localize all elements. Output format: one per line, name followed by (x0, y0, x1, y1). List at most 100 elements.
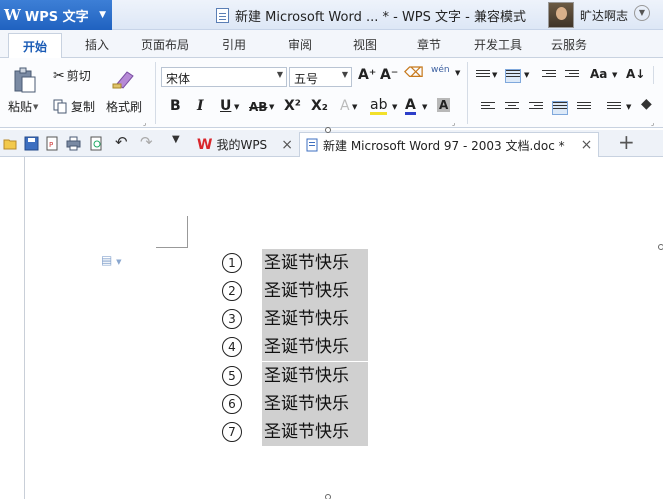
list-item[interactable]: 6 圣诞节快乐 (222, 390, 368, 418)
list-item-text[interactable]: 圣诞节快乐 (262, 362, 368, 390)
ribbon-separator (155, 62, 156, 124)
bullet-list-icon[interactable] (476, 70, 490, 82)
align-center-icon[interactable] (505, 102, 519, 114)
undo-icon[interactable]: ↶ (115, 133, 130, 151)
font-dialog-launcher-icon[interactable]: ⌟ (452, 119, 455, 127)
grow-font-button[interactable]: A⁺ (358, 67, 376, 83)
close-icon[interactable]: × (281, 137, 293, 153)
tab-chapter[interactable]: 章节 (417, 36, 441, 53)
title-bar: W WPS 文字 ▼ 新建 Microsoft Word ... * - WPS… (0, 0, 663, 30)
print-preview-icon[interactable] (89, 136, 104, 151)
chevron-down-icon[interactable]: ▼ (234, 103, 239, 111)
tab-cloud[interactable]: 云服务 (551, 36, 587, 53)
cut-button[interactable]: ✂ 剪切 (53, 67, 91, 84)
list-item-text[interactable]: 圣诞节快乐 (262, 418, 368, 446)
wps-logo-icon: W (197, 136, 213, 153)
print-icon[interactable] (66, 136, 81, 151)
line-spacing-icon[interactable] (607, 102, 621, 114)
list-item-text[interactable]: 圣诞节快乐 (262, 390, 368, 418)
paste-button[interactable]: 粘贴 ▼ (8, 98, 38, 115)
tab-my-wps[interactable]: W 我的WPS × (191, 132, 299, 157)
clipboard-dialog-launcher-icon[interactable]: ⌟ (143, 119, 146, 127)
list-item-text[interactable]: 圣诞节快乐 (262, 277, 368, 305)
tab-page-layout[interactable]: 页面布局 (141, 36, 189, 53)
character-shading-button[interactable]: A (437, 98, 451, 112)
list-number: 3 (222, 309, 242, 329)
customize-quick-access-icon[interactable]: ▼ (172, 134, 187, 149)
numbered-list-icon[interactable] (505, 69, 521, 83)
save-icon[interactable] (24, 136, 39, 151)
highlight-button[interactable]: ab (370, 98, 388, 115)
tab-home[interactable]: 开始 (8, 33, 63, 59)
redo-icon[interactable]: ↷ (140, 133, 155, 151)
font-color-button[interactable]: A (405, 98, 416, 115)
paragraph-dialog-launcher-icon[interactable]: ⌟ (651, 119, 654, 127)
user-name[interactable]: 旷达啊志 (580, 7, 628, 24)
underline-button[interactable]: U (220, 98, 231, 114)
ribbon-separator (653, 66, 654, 84)
list-item[interactable]: 7 圣诞节快乐 (222, 418, 368, 446)
new-tab-button[interactable]: + (618, 130, 635, 154)
tab-review[interactable]: 审阅 (288, 36, 312, 53)
list-item-text[interactable]: 圣诞节快乐 (262, 333, 368, 361)
chevron-down-icon[interactable]: ▼ (392, 103, 397, 111)
font-name-select[interactable]: 宋体 ▼ (161, 67, 287, 87)
phonetic-guide-button[interactable]: wén (431, 65, 450, 75)
list-item-text[interactable]: 圣诞节快乐 (262, 249, 368, 277)
text-effect-button[interactable]: A (340, 98, 350, 114)
paragraph-layout-icon[interactable]: ▤ ▼ (101, 253, 122, 267)
paste-icon[interactable] (12, 66, 38, 94)
superscript-button[interactable]: X² (284, 98, 301, 114)
quick-access-bar: P ↶ ↷ ▼ W 我的WPS × 新建 Microsoft Word 97 -… (0, 130, 663, 157)
subscript-button[interactable]: X₂ (311, 98, 328, 114)
paragraph-shading-icon[interactable]: ◆ (641, 96, 652, 112)
font-size-select[interactable]: 五号 ▼ (289, 67, 352, 87)
chevron-down-icon[interactable]: ▼ (492, 71, 497, 79)
format-painter-button[interactable]: 格式刷 (106, 98, 142, 115)
chevron-down-icon[interactable]: ▼ (422, 103, 427, 111)
italic-button[interactable]: I (197, 98, 204, 114)
format-painter-icon[interactable] (111, 66, 137, 90)
chevron-down-icon[interactable]: ▼ (269, 103, 274, 111)
distributed-align-icon[interactable] (577, 102, 591, 114)
shrink-font-button[interactable]: A⁻ (380, 67, 398, 83)
export-pdf-icon[interactable]: P (45, 136, 60, 151)
chevron-down-icon[interactable]: ▼ (626, 103, 631, 111)
chevron-down-icon[interactable]: ▼ (612, 71, 617, 79)
list-item[interactable]: 3 圣诞节快乐 (222, 305, 368, 333)
sort-icon[interactable]: A↓ (626, 67, 645, 81)
svg-text:P: P (49, 141, 53, 149)
resize-handle[interactable] (658, 244, 663, 250)
copy-button[interactable]: 复制 (53, 98, 95, 115)
decrease-indent-icon[interactable] (542, 70, 556, 82)
list-item[interactable]: 2 圣诞节快乐 (222, 277, 368, 305)
increase-indent-icon[interactable] (565, 70, 579, 82)
bold-button[interactable]: B (170, 98, 181, 114)
margin-marker (187, 216, 188, 248)
tab-current-document[interactable]: 新建 Microsoft Word 97 - 2003 文档.doc * × (299, 132, 600, 157)
tab-developer[interactable]: 开发工具 (474, 36, 522, 53)
list-item[interactable]: 5 圣诞节快乐 (222, 362, 368, 390)
tab-view[interactable]: 视图 (353, 36, 377, 53)
strikethrough-button[interactable]: AB (249, 100, 267, 114)
app-menu-button[interactable]: W WPS 文字 ▼ (0, 0, 112, 30)
align-left-icon[interactable] (481, 102, 495, 114)
user-menu-icon[interactable]: ▼ (634, 5, 650, 21)
change-case-button[interactable]: Aa (590, 67, 607, 81)
chevron-down-icon[interactable]: ▼ (352, 103, 357, 111)
tab-insert[interactable]: 插入 (85, 36, 109, 53)
list-item[interactable]: 4 圣诞节快乐 (222, 333, 368, 361)
justify-icon[interactable] (552, 101, 568, 115)
list-item-text[interactable]: 圣诞节快乐 (262, 305, 368, 333)
resize-handle[interactable] (325, 127, 331, 133)
chevron-down-icon[interactable]: ▼ (524, 71, 529, 79)
resize-handle[interactable] (325, 494, 331, 499)
chevron-down-icon[interactable]: ▼ (455, 69, 460, 77)
avatar[interactable] (548, 2, 574, 28)
list-item[interactable]: 1 圣诞节快乐 (222, 249, 368, 277)
clear-format-icon[interactable]: ⌫ (404, 65, 424, 81)
open-folder-icon[interactable] (3, 136, 18, 151)
tab-references[interactable]: 引用 (222, 36, 246, 53)
close-icon[interactable]: × (581, 137, 593, 153)
align-right-icon[interactable] (529, 102, 543, 114)
